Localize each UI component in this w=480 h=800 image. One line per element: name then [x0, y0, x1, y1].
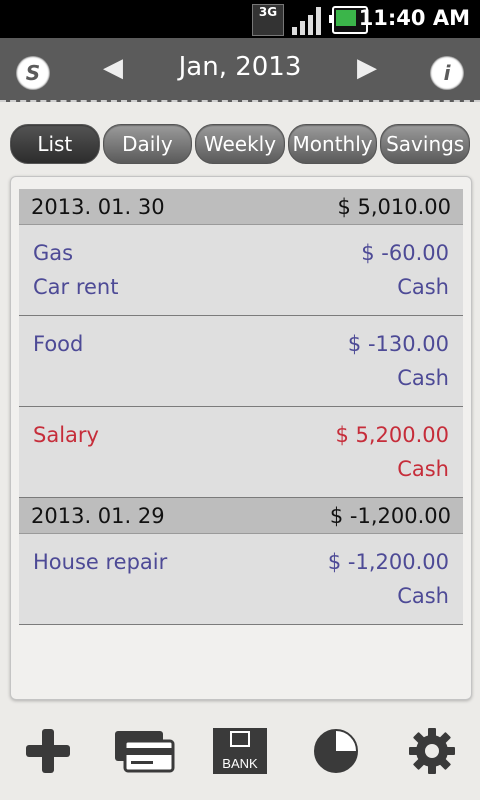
- entry-method: Cash: [397, 584, 449, 608]
- entry-method: Cash: [397, 457, 449, 481]
- add-button[interactable]: [0, 716, 96, 786]
- list-item[interactable]: Salary $ 5,200.00 Cash: [19, 407, 463, 498]
- tab-list[interactable]: List: [10, 124, 100, 164]
- network-3g-icon: 3G: [252, 4, 284, 36]
- status-time: 11:40 AM: [358, 6, 470, 30]
- bank-icon: BANK: [213, 728, 267, 774]
- entry-category: Food: [33, 332, 84, 356]
- list-item[interactable]: House repair $ -1,200.00 Cash: [19, 534, 463, 625]
- info-button[interactable]: i: [430, 56, 464, 90]
- next-month-arrow-icon[interactable]: ▶: [357, 53, 377, 83]
- stats-button[interactable]: [288, 716, 384, 786]
- gear-icon: [409, 728, 455, 774]
- tab-daily[interactable]: Daily: [102, 124, 193, 164]
- cards-button[interactable]: [96, 716, 192, 786]
- transaction-list[interactable]: 2013. 01. 30 $ 5,010.00 Gas Car rent $ -…: [19, 189, 463, 625]
- credit-card-icon: [115, 731, 175, 773]
- plus-icon: [26, 729, 70, 773]
- day-total: $ -1,200.00: [329, 503, 451, 528]
- entry-note: Car rent: [33, 275, 119, 299]
- pie-chart-icon: [314, 729, 358, 773]
- day-total: $ 5,010.00: [337, 194, 451, 219]
- entry-method: Cash: [397, 366, 449, 390]
- status-icons: 3G: [252, 4, 368, 36]
- entry-category: House repair: [33, 550, 168, 574]
- entry-amount: $ -130.00: [347, 332, 449, 356]
- entry-amount: $ -60.00: [361, 241, 449, 265]
- bank-label: BANK: [222, 756, 258, 771]
- entry-category: Salary: [33, 423, 99, 447]
- month-header: S ◀ Jan, 2013 ▶ i: [0, 38, 480, 102]
- month-title: Jan, 2013: [178, 52, 302, 82]
- bank-button[interactable]: BANK: [192, 716, 288, 786]
- day-date: 2013. 01. 30: [31, 194, 165, 219]
- tab-savings[interactable]: Savings: [380, 124, 470, 164]
- bottom-toolbar: BANK: [0, 716, 480, 786]
- signal-icon: [292, 5, 324, 35]
- view-tabs: List Daily Weekly Monthly Savings: [10, 124, 470, 164]
- entry-amount: $ -1,200.00: [327, 550, 449, 574]
- list-item[interactable]: Food $ -130.00 Cash: [19, 316, 463, 407]
- list-item[interactable]: Gas Car rent $ -60.00 Cash: [19, 225, 463, 316]
- day-header[interactable]: 2013. 01. 29 $ -1,200.00: [19, 498, 463, 534]
- entry-method: Cash: [397, 275, 449, 299]
- tab-monthly[interactable]: Monthly: [287, 124, 378, 164]
- tab-weekly[interactable]: Weekly: [195, 124, 285, 164]
- transaction-panel: 2013. 01. 30 $ 5,010.00 Gas Car rent $ -…: [10, 176, 472, 700]
- entry-category: Gas: [33, 241, 74, 265]
- status-bar: 3G 11:40 AM: [0, 0, 480, 38]
- day-header[interactable]: 2013. 01. 30 $ 5,010.00: [19, 189, 463, 225]
- settings-button[interactable]: [384, 716, 480, 786]
- day-date: 2013. 01. 29: [31, 503, 165, 528]
- entry-amount: $ 5,200.00: [335, 423, 449, 447]
